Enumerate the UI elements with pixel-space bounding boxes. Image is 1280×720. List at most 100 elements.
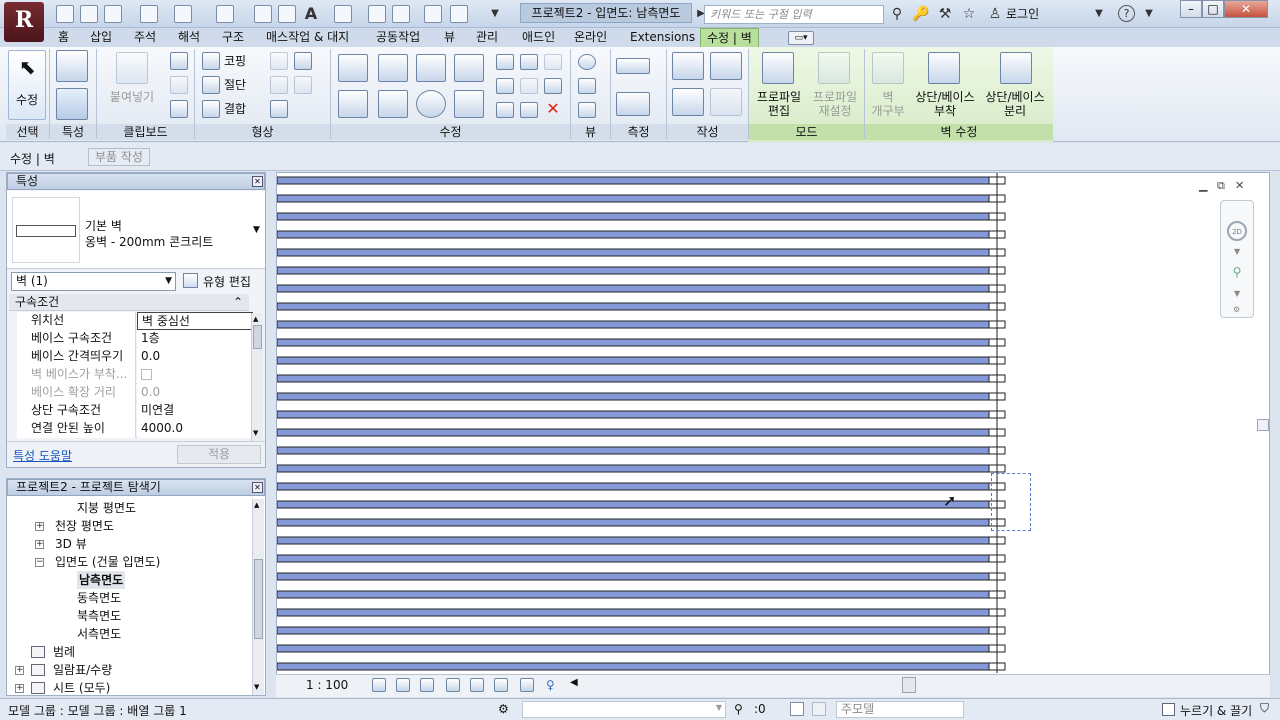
tab-3[interactable]: 해석 [172, 28, 206, 47]
wall-stripe[interactable] [277, 626, 990, 635]
edit-profile-icon[interactable] [762, 52, 794, 84]
wall-stripe[interactable] [277, 572, 990, 581]
wall-stripe[interactable] [277, 284, 990, 293]
reveal-hidden-icon[interactable]: ♀ [546, 678, 555, 692]
wall-opening-icon[interactable] [872, 52, 904, 84]
rotate-icon[interactable] [416, 90, 446, 118]
login-button[interactable]: 로그인 [1006, 5, 1039, 23]
filter-icon[interactable]: ⚲ [734, 702, 743, 716]
type-selector[interactable]: 기본 벽 옹벽 - 200mm 콘크리트 ▼ [7, 191, 265, 269]
group-selection-box[interactable] [991, 473, 1031, 531]
property-checkbox[interactable] [141, 369, 152, 380]
edit-type-icon[interactable] [183, 273, 198, 288]
tab-1[interactable]: 삽입 [84, 28, 118, 47]
tree-toggle-icon[interactable]: + [35, 522, 44, 531]
browser-scroll-thumb[interactable] [254, 559, 263, 639]
wall-stripe[interactable] [277, 356, 990, 365]
search-input[interactable]: 키워드 또는 구절 입력 [704, 5, 884, 24]
3d-view-icon[interactable] [334, 5, 352, 23]
worksets-icon[interactable]: ⚙ [498, 702, 509, 716]
mirror-pick-axis-icon[interactable] [416, 54, 446, 82]
navbar-options-icon[interactable]: ⚙ [1233, 305, 1240, 314]
tab-2[interactable]: 주석 [128, 28, 162, 47]
wall-stripe[interactable] [277, 266, 990, 275]
browser-close-icon[interactable]: ✕ [252, 482, 263, 493]
wall-stripe[interactable] [277, 230, 990, 239]
wall-stripe[interactable] [277, 338, 990, 347]
browser-item[interactable]: 서측면도 [77, 625, 121, 643]
close-window-button[interactable]: ✕ [1224, 0, 1268, 18]
attach-top-base-icon[interactable] [928, 52, 960, 84]
help-dropdown-icon[interactable]: ▼ [1140, 5, 1158, 23]
tree-toggle-icon[interactable]: − [35, 558, 44, 567]
property-row[interactable]: 베이스 간격띄우기 0.0 [17, 348, 253, 366]
type-properties-icon[interactable] [56, 88, 88, 120]
join-label[interactable]: 결합 [224, 102, 246, 116]
text-icon[interactable]: A [302, 5, 320, 23]
show-crop-region-icon[interactable] [494, 678, 508, 692]
split-with-gap-icon[interactable] [520, 54, 538, 70]
property-row[interactable]: 연결 안된 높이 4000.0 [17, 420, 253, 438]
mirror-draw-axis-icon[interactable] [454, 54, 484, 82]
constraints-group[interactable]: 구속조건 ⌃ [9, 294, 249, 311]
sync-icon[interactable] [104, 5, 122, 23]
join-icon[interactable] [202, 100, 220, 118]
qat-dropdown-icon[interactable]: ▼ [486, 5, 504, 23]
panel-label-measure[interactable]: 측정 [611, 124, 666, 140]
paste-icon[interactable] [116, 52, 148, 84]
wall-stripe[interactable] [277, 644, 990, 653]
user-icon[interactable]: ♙ [986, 5, 1004, 23]
instance-filter-select[interactable]: 벽 (1) ▼ [11, 272, 176, 291]
create-assembly-icon[interactable] [672, 52, 704, 80]
horizontal-scroll-thumb[interactable] [902, 677, 916, 693]
apply-button[interactable]: 적용 [177, 445, 261, 464]
wall-stripe[interactable] [277, 176, 990, 185]
drawing-area[interactable]: ➚ ▁ ⧉ ✕ [276, 172, 1270, 697]
create-parts-button[interactable]: 부품 작성 [88, 148, 150, 166]
create-similar-icon[interactable] [710, 52, 742, 80]
wall-stripe[interactable] [277, 428, 990, 437]
view-restore-icon[interactable]: ⧉ [1217, 179, 1225, 193]
thin-lines-icon[interactable] [392, 5, 410, 23]
hide-in-view-icon[interactable] [578, 54, 596, 70]
property-row[interactable]: 벽 베이스가 부착... [17, 366, 253, 384]
tree-toggle-icon[interactable]: + [15, 666, 24, 675]
wall-stripe[interactable] [277, 662, 990, 671]
tab-10[interactable]: 온라인 [568, 28, 613, 47]
delete-icon[interactable]: ✕ [544, 100, 562, 118]
switch-windows-icon[interactable] [450, 5, 468, 23]
browser-item[interactable]: 북측면도 [77, 607, 121, 625]
filter-status-icon[interactable]: ⛉ [1260, 701, 1269, 716]
help-icon[interactable]: ? [1118, 5, 1135, 22]
minimize-button[interactable]: – [1180, 0, 1202, 18]
vertical-scroll-thumb[interactable] [1257, 419, 1269, 431]
save-icon[interactable] [80, 5, 98, 23]
wall-stripe[interactable] [277, 446, 990, 455]
scale-icon[interactable] [520, 78, 538, 94]
crop-view-icon[interactable] [470, 678, 484, 692]
binoculars-icon[interactable]: ⚲ [888, 5, 906, 23]
redo-icon[interactable] [174, 5, 192, 23]
shadows-icon[interactable] [446, 678, 460, 692]
wall-stripe[interactable] [277, 212, 990, 221]
create-group-icon[interactable] [710, 88, 742, 116]
browser-item[interactable]: 남측면도 [77, 571, 126, 589]
property-value[interactable]: 벽 중심선 [137, 312, 253, 330]
application-menu-button[interactable]: R [4, 2, 44, 42]
wall-stripe[interactable] [277, 248, 990, 257]
browser-item[interactable]: 지붕 평면도 [77, 499, 136, 517]
navigation-bar[interactable]: 2D ▼ ⚲ ▼ ⚙ [1220, 200, 1254, 318]
copy-icon[interactable] [170, 76, 188, 94]
panel-label-geometry[interactable]: 형상 [195, 124, 330, 140]
communication-icon[interactable]: ⚒ [936, 5, 954, 23]
browser-scroll-down-icon[interactable]: ▼ [254, 683, 259, 691]
wall-stripe[interactable] [277, 320, 990, 329]
view-scale[interactable]: 1 : 100 [306, 678, 348, 692]
workset-select[interactable]: ▼ [522, 701, 726, 718]
wall-stripe[interactable] [277, 500, 990, 509]
property-row[interactable]: 상단 구속조건 미연결 [17, 402, 253, 420]
property-value[interactable]: 4000.0 [137, 420, 253, 438]
tree-toggle-icon[interactable]: + [35, 540, 44, 549]
properties-icon[interactable] [56, 50, 88, 82]
wall-stripe[interactable] [277, 590, 990, 599]
